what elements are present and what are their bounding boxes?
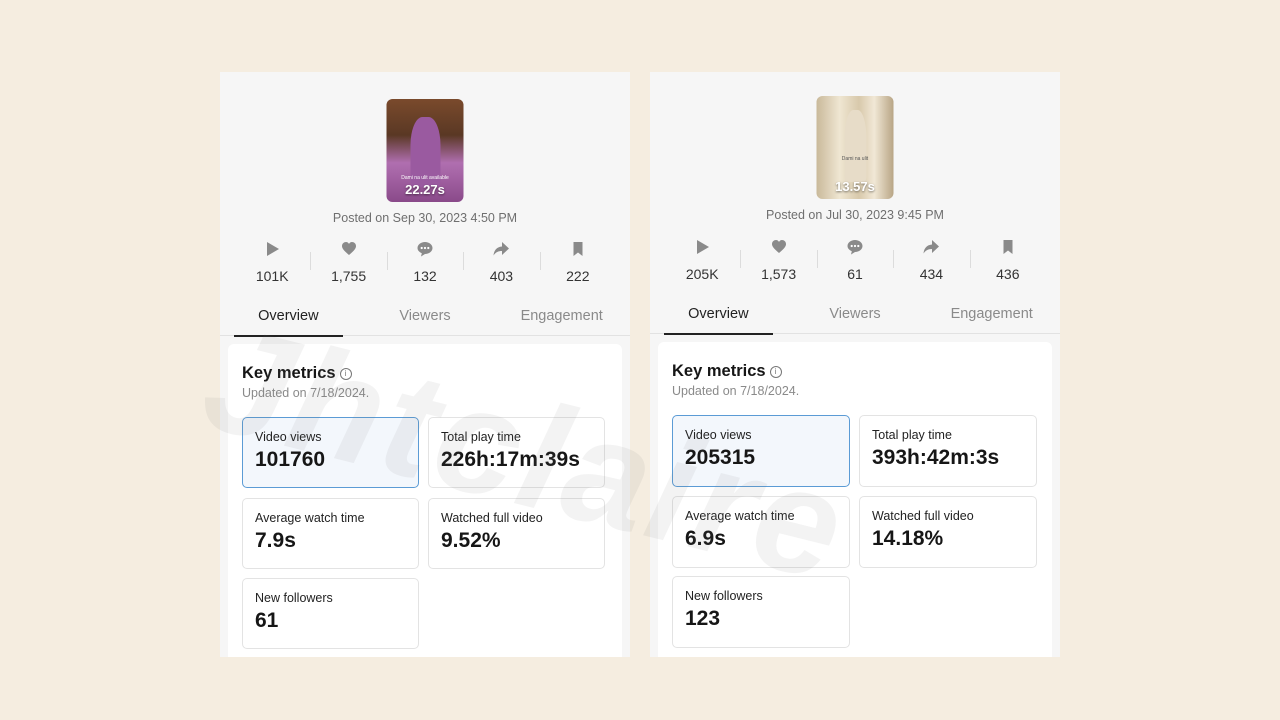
- metric-value: 123: [685, 607, 721, 630]
- likes-count: 1,755: [331, 268, 367, 284]
- stat-views: 205K: [664, 238, 740, 282]
- analytics-tabs: Overview Viewers Engagement: [220, 302, 630, 337]
- likes-count: 1,573: [761, 266, 797, 282]
- key-metrics-title: Key metrics: [242, 364, 336, 382]
- metric-label: Video views: [255, 430, 322, 444]
- engagement-stats: 205K 1,573 61 434 436: [664, 238, 1046, 282]
- bookmark-icon: [1003, 240, 1013, 254]
- metric-value: 14.18%: [872, 527, 944, 550]
- tab-viewers[interactable]: Viewers: [357, 302, 494, 335]
- metric-new-followers[interactable]: New followers 61: [242, 578, 419, 649]
- metric-new-followers[interactable]: New followers 123: [672, 576, 850, 648]
- stat-likes: 1,573: [740, 238, 816, 282]
- thumbnail-caption: Dami na ulit available: [401, 175, 449, 181]
- metric-average-watch-time[interactable]: Average watch time 7.9s: [242, 498, 419, 569]
- key-metrics-heading: Key metrics i: [242, 364, 352, 383]
- posted-date: Posted on Jul 30, 2023 9:45 PM: [766, 208, 944, 222]
- share-icon: [923, 240, 940, 254]
- stat-likes: 1,755: [310, 240, 386, 284]
- share-icon: [493, 242, 510, 256]
- metric-watched-full-video[interactable]: Watched full video 14.18%: [859, 496, 1037, 568]
- views-count: 205K: [685, 266, 719, 282]
- metric-value: 7.9s: [255, 529, 296, 552]
- stat-saves: 222: [539, 240, 616, 284]
- metric-value: 61: [255, 609, 279, 632]
- info-icon[interactable]: i: [769, 366, 782, 378]
- stat-saves: 436: [969, 238, 1046, 282]
- saves-count: 436: [996, 266, 1020, 282]
- shares-count: 403: [489, 268, 514, 284]
- saves-count: 222: [566, 268, 590, 284]
- stat-shares: 434: [893, 238, 969, 282]
- key-metrics-card: Key metrics i Updated on 7/18/2024. Video…: [228, 344, 622, 657]
- info-icon[interactable]: i: [339, 368, 352, 380]
- engagement-stats: 101K 1,755 132 403 222: [234, 240, 616, 284]
- tab-engagement[interactable]: Engagement: [493, 302, 630, 335]
- metric-label: New followers: [685, 589, 763, 603]
- play-icon: [267, 242, 280, 256]
- metric-label: Video views: [685, 428, 752, 442]
- metric-average-watch-time[interactable]: Average watch time 6.9s: [672, 496, 850, 568]
- stat-views: 101K: [234, 240, 310, 284]
- tab-viewers[interactable]: Viewers: [787, 300, 924, 333]
- key-metrics-card: Key metrics i Updated on 7/18/2024. Video…: [658, 342, 1052, 657]
- analytics-panel-left: Dami na ulit available 22.27s Posted on …: [220, 72, 630, 657]
- updated-date: Updated on 7/18/2024.: [242, 386, 370, 400]
- comments-count: 132: [413, 268, 437, 284]
- metric-value: 393h:42m:3s: [872, 446, 1000, 469]
- metric-label: New followers: [255, 591, 333, 605]
- metric-value: 101760: [255, 448, 326, 471]
- analytics-panel-right: Dami na ulit 13.57s Posted on Jul 30, 20…: [650, 72, 1060, 657]
- video-thumbnail[interactable]: Dami na ulit 13.57s: [816, 96, 894, 199]
- thumbnail-caption: Dami na ulit: [841, 156, 869, 162]
- comments-count: 61: [847, 266, 863, 282]
- tab-engagement[interactable]: Engagement: [923, 300, 1060, 333]
- stat-shares: 403: [463, 240, 539, 284]
- thumbnail-figure: [844, 110, 866, 182]
- metric-video-views[interactable]: Video views 101760: [242, 417, 419, 488]
- shares-count: 434: [919, 266, 944, 282]
- metric-video-views[interactable]: Video views 205315: [672, 415, 850, 487]
- metric-label: Total play time: [441, 430, 521, 444]
- tab-overview[interactable]: Overview: [220, 302, 357, 337]
- stat-comments: 61: [816, 238, 893, 282]
- stat-comments: 132: [386, 240, 463, 284]
- updated-date: Updated on 7/18/2024.: [672, 384, 800, 398]
- comment-icon: [847, 240, 863, 255]
- video-duration: 22.27s: [405, 182, 445, 197]
- video-duration: 13.57s: [835, 179, 875, 194]
- metric-value: 9.52%: [441, 529, 501, 552]
- play-icon: [697, 240, 710, 254]
- video-thumbnail[interactable]: Dami na ulit available 22.27s: [386, 99, 464, 202]
- metric-total-play-time[interactable]: Total play time 226h:17m:39s: [428, 417, 605, 488]
- metric-label: Average watch time: [255, 511, 365, 525]
- metric-value: 205315: [685, 446, 756, 469]
- metric-value: 226h:17m:39s: [441, 448, 580, 471]
- analytics-tabs: Overview Viewers Engagement: [650, 300, 1060, 335]
- metric-label: Watched full video: [872, 509, 974, 523]
- posted-date: Posted on Sep 30, 2023 4:50 PM: [332, 211, 518, 225]
- metric-label: Total play time: [872, 428, 952, 442]
- heart-icon: [341, 242, 356, 255]
- comment-icon: [417, 242, 433, 257]
- key-metrics-heading: Key metrics i: [672, 362, 782, 381]
- metric-total-play-time[interactable]: Total play time 393h:42m:3s: [859, 415, 1037, 487]
- metric-watched-full-video[interactable]: Watched full video 9.52%: [428, 498, 605, 569]
- heart-icon: [771, 240, 786, 253]
- metric-value: 6.9s: [685, 527, 726, 550]
- metric-label: Average watch time: [685, 509, 795, 523]
- key-metrics-title: Key metrics: [672, 362, 766, 380]
- tab-overview[interactable]: Overview: [650, 300, 787, 335]
- views-count: 101K: [255, 268, 289, 284]
- bookmark-icon: [573, 242, 583, 256]
- metric-label: Watched full video: [441, 511, 543, 525]
